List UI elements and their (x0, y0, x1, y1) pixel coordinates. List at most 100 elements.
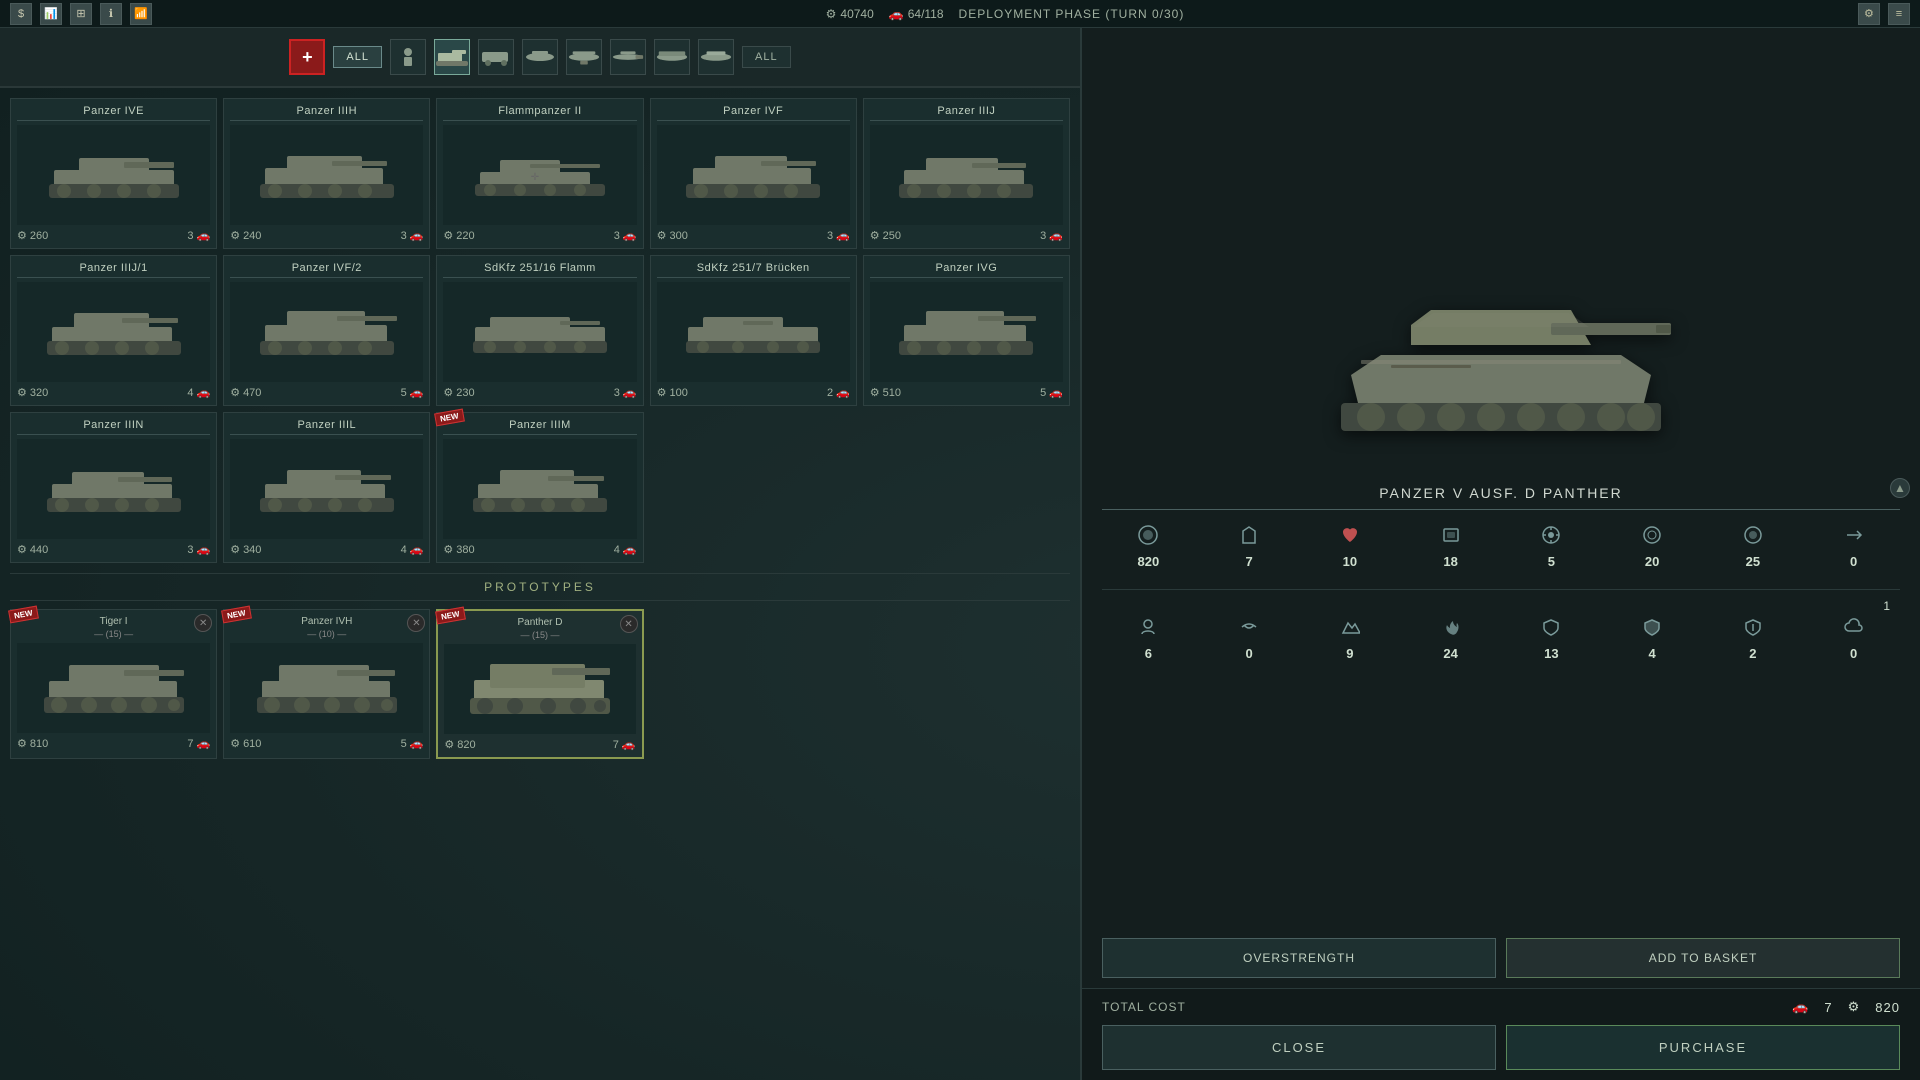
info-icon[interactable]: ℹ (100, 3, 122, 25)
scroll-up-btn[interactable]: ▲ (1890, 478, 1910, 498)
basket-name-ivh: Panzer IVH (230, 616, 423, 627)
close-btn[interactable]: CLOSE (1102, 1025, 1496, 1070)
unit-card-panzer-iiil[interactable]: Panzer IIIL ⚙340 4🚗 (223, 412, 430, 563)
top-bar-center: ⚙ 40740 🚗 64/118 DEPLOYMENT PHASE (TURN … (826, 7, 1185, 21)
stat-fuel: 7 (1203, 525, 1296, 569)
stat-extra-val: 1 (1883, 599, 1890, 613)
unit-name-sdkfz-flamm: SdKfz 251/16 Flamm (443, 262, 636, 278)
action-buttons: OVERSTRENGTH ADD TO BASKET (1082, 928, 1920, 988)
stat-health-val: 10 (1343, 554, 1357, 569)
filter-support[interactable] (698, 39, 734, 75)
unit-card-sdkfz-flamm[interactable]: SdKfz 251/16 Flamm ⚙230 3🚗 (436, 255, 643, 406)
total-supply-val: 7 (1824, 1000, 1832, 1015)
supply-value: 40740 (840, 7, 873, 21)
filter-fighter[interactable] (610, 39, 646, 75)
unit-name-panzer-iiij: Panzer IIIJ (870, 105, 1063, 121)
unit-card-panzer-ivf[interactable]: Panzer IVF ⚙300 3🚗 (650, 98, 857, 249)
basket-strength-panther: — (15) — (444, 630, 635, 640)
units-icon: 🚗 (889, 7, 904, 21)
signal-icon[interactable]: 📶 (130, 3, 152, 25)
filter-vehicle[interactable] (478, 39, 514, 75)
filter-bomber[interactable] (566, 39, 602, 75)
prototypes-grid: NEW ✕ Tiger I — (15) — (10, 609, 1070, 759)
unit-card-panzer-ivf2[interactable]: Panzer IVF/2 ⚙470 5🚗 (223, 255, 430, 406)
coin-icon-bottom: ⚙ (1848, 999, 1861, 1015)
unit-image-panzer-iiin (17, 439, 210, 539)
stat-supply: 6 (1102, 617, 1195, 661)
unit-stats-panzer-iiij: ⚙250 3🚗 (870, 229, 1063, 242)
unit-card-panzer-iiij[interactable]: Panzer IIIJ ⚙250 3🚗 (863, 98, 1070, 249)
stat-fuel-val: 7 (1246, 554, 1253, 569)
unit-card-sdkfz-brucken[interactable]: SdKfz 251/7 Brücken ⚙100 2🚗 (650, 255, 857, 406)
stat-shield: 4 (1606, 617, 1699, 661)
stat-fire-val: 24 (1443, 646, 1457, 661)
unit-stats-panzer-ivg: ⚙510 5🚗 (870, 386, 1063, 399)
cost-panzer-ive: 260 (30, 230, 48, 242)
unit-image-panzer-iiim (443, 439, 636, 539)
unit-stats-sdkfz-flamm: ⚙230 3🚗 (443, 386, 636, 399)
unit-name-panzer-iiim: Panzer IIIM (443, 419, 636, 435)
basket-card-panther-d[interactable]: NEW ✕ Panther D — (15) — (436, 609, 643, 759)
unit-card-panzer-ive[interactable]: Panzer IVE ⚙260 3🚗 (10, 98, 217, 249)
panther-preview-image (1331, 275, 1671, 475)
stat-sight-val: 25 (1746, 554, 1760, 569)
filter-plane[interactable] (522, 39, 558, 75)
basket-stats-ivh: ⚙610 5🚗 (230, 737, 423, 750)
stats-icon[interactable]: 📊 (40, 3, 62, 25)
settings-icon[interactable]: ⚙ (1858, 3, 1880, 25)
deployment-phase: DEPLOYMENT PHASE (TURN 0/30) (959, 7, 1185, 21)
remove-panther-btn[interactable]: ✕ (620, 615, 638, 633)
unit-image-panzer-ivf2 (230, 282, 423, 382)
stat-attack-icon (1541, 525, 1561, 550)
filter-all-types-btn[interactable]: ALL (742, 46, 791, 68)
unit-card-panzer-iiih[interactable]: Panzer IIIH ⚙240 3🚗 (223, 98, 430, 249)
stat-attack: 5 (1505, 525, 1598, 569)
faction-badge[interactable]: + (289, 39, 325, 75)
filter-transport[interactable] (654, 39, 690, 75)
basket-name-panther: Panther D (444, 617, 635, 628)
unit-card-panzer-ivg[interactable]: Panzer IVG ⚙510 5🚗 (863, 255, 1070, 406)
right-panel: ▲ (1080, 28, 1920, 1080)
stat-fuel-icon (1239, 525, 1259, 550)
unit-grid: Panzer IVE ⚙260 3🚗 Panzer I (10, 98, 1070, 563)
stat-stealth: 0 (1203, 617, 1296, 661)
add-to-basket-btn[interactable]: ADD TO BASKET (1506, 938, 1900, 978)
unit-image-panzer-iiij (870, 125, 1063, 225)
unit-name-panzer-ivf2: Panzer IVF/2 (230, 262, 423, 278)
basket-name-tiger: Tiger I (17, 616, 210, 627)
overstrength-btn[interactable]: OVERSTRENGTH (1102, 938, 1496, 978)
unit-card-panzer-iiin[interactable]: Panzer IIIN ⚙440 3🚗 (10, 412, 217, 563)
stat-armor: 18 (1404, 525, 1497, 569)
stat-sight-icon (1743, 525, 1763, 550)
basket-card-tiger-i[interactable]: NEW ✕ Tiger I — (15) — (10, 609, 217, 759)
unit-stats-panzer-iiil: ⚙340 4🚗 (230, 543, 423, 556)
unit-card-flammpanzer[interactable]: Flammpanzer II ✛ ⚙220 3🚗 (436, 98, 643, 249)
grid-icon[interactable]: ⊞ (70, 3, 92, 25)
supply-icon: ⚙ (826, 7, 837, 21)
stat-supply-val: 6 (1145, 646, 1152, 661)
unit-stats-panzer-iiij1: ⚙320 4🚗 (17, 386, 210, 399)
stat-sight: 25 (1707, 525, 1800, 569)
total-cost-label: TOTAL COST (1102, 1000, 1186, 1014)
stats-grid-bottom: 6 0 9 24 (1102, 617, 1900, 661)
basket-image-tiger (17, 643, 210, 733)
filter-tank[interactable] (434, 39, 470, 75)
currency-icon[interactable]: $ (10, 3, 32, 25)
unit-card-panzer-iiij1[interactable]: Panzer IIIJ/1 ⚙320 4🚗 (10, 255, 217, 406)
unit-card-panzer-iiim[interactable]: NEW Panzer IIIM ⚙380 4🚗 (436, 412, 643, 563)
purchase-btn[interactable]: PURCHASE (1506, 1025, 1900, 1070)
unit-stats-panzer-iiim: ⚙380 4🚗 (443, 543, 636, 556)
filter-infantry[interactable] (390, 39, 426, 75)
basket-card-panzer-ivh[interactable]: NEW ✕ Panzer IVH — (10) — (223, 609, 430, 759)
stat-range-icon (1642, 525, 1662, 550)
stat-health: 10 (1304, 525, 1397, 569)
unit-image-panzer-ivg (870, 282, 1063, 382)
stat-supply-icon (1138, 617, 1158, 642)
unit-name-panzer-ive: Panzer IVE (17, 105, 210, 121)
stat-terrain-val: 9 (1346, 646, 1353, 661)
stats-grid-top: 820 7 10 18 (1102, 525, 1900, 569)
stat-armor-icon (1441, 525, 1461, 550)
menu-icon[interactable]: ≡ (1888, 3, 1910, 25)
stat-shield2: 2 (1707, 617, 1800, 661)
filter-all-btn[interactable]: ALL (333, 46, 382, 68)
